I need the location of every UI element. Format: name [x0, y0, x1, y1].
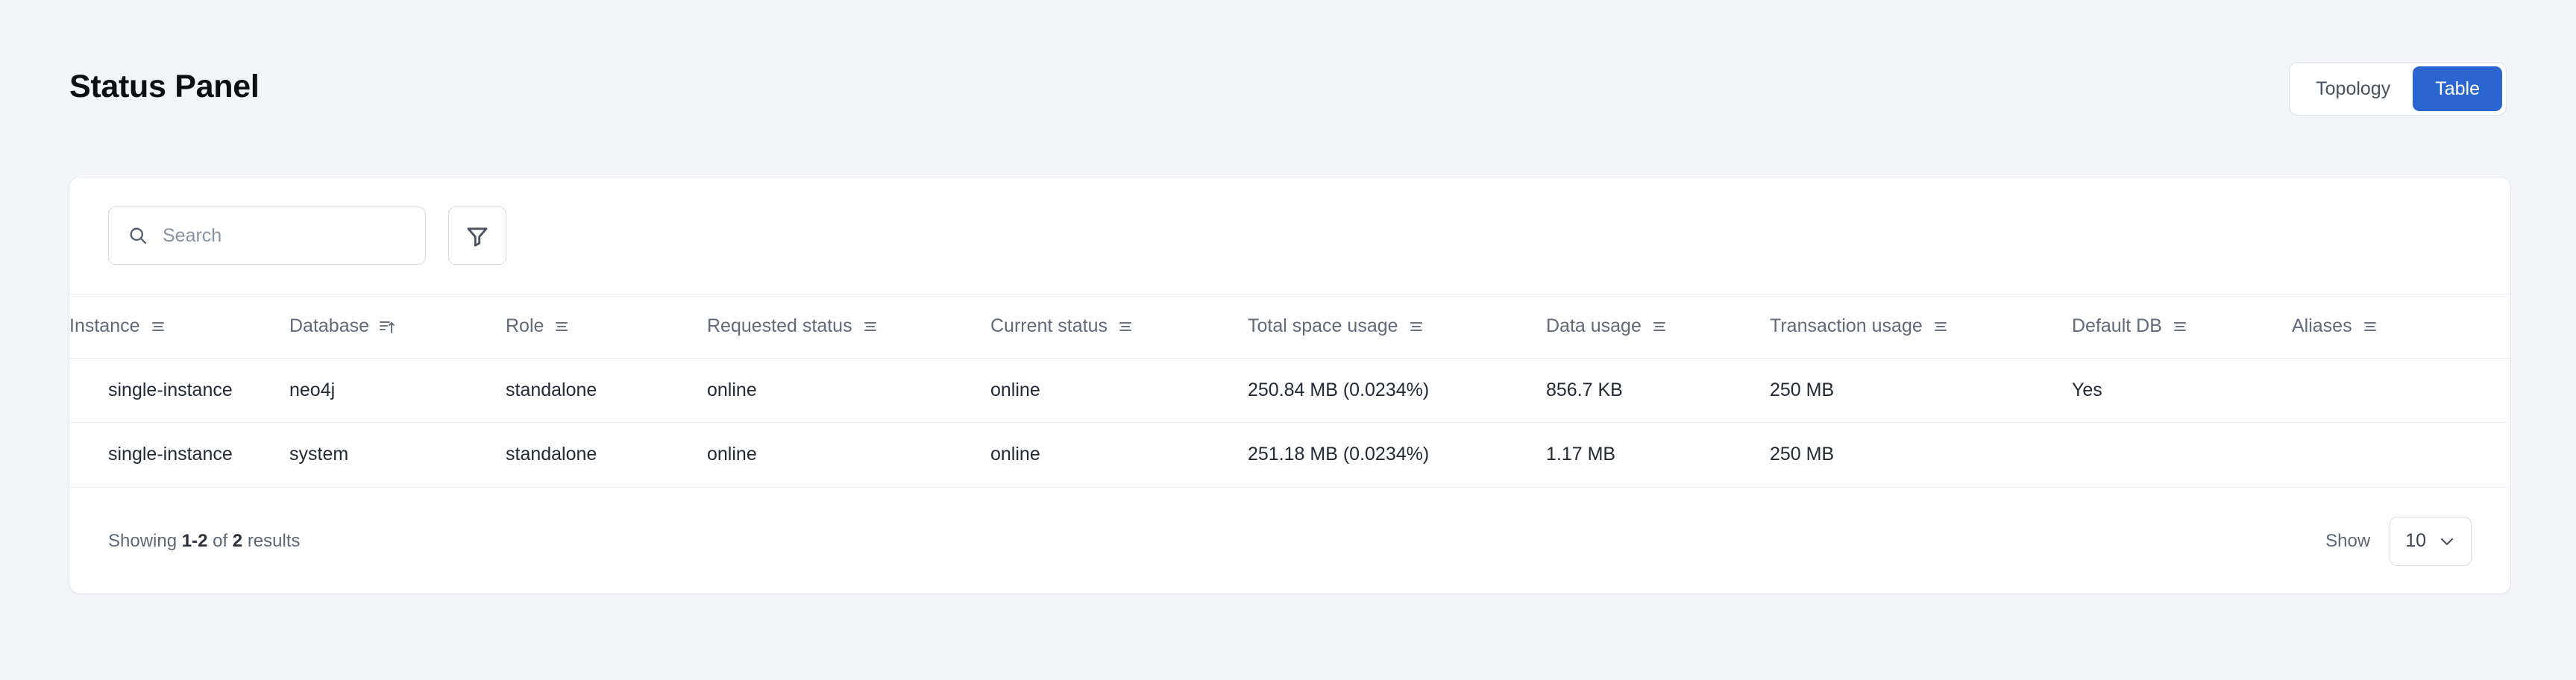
toggle-table-button[interactable]: Table [2413, 66, 2502, 111]
cell-total-space-usage: 251.18 MB (0.0234%) [1248, 422, 1546, 487]
cell-transaction-usage: 250 MB [1770, 422, 2072, 487]
column-label: Database [289, 315, 370, 336]
column-label: Total space usage [1248, 315, 1398, 336]
cell-instance: single-instance [108, 380, 233, 400]
cell-data-usage: 856.7 KB [1546, 380, 1623, 400]
chevron-down-icon [2438, 532, 2456, 550]
cell-instance: single-instance [69, 422, 289, 487]
filter-funnel-icon [465, 223, 490, 248]
filter-button[interactable] [448, 207, 506, 265]
page-size-select[interactable]: 10 [2390, 516, 2472, 566]
sort-none-icon [149, 318, 167, 336]
sort-none-icon [1932, 318, 1950, 336]
search-field-wrapper [108, 207, 426, 265]
column-label: Current status [990, 315, 1108, 336]
toggle-topology-button[interactable]: Topology [2293, 66, 2413, 111]
cell-transaction-usage: 250 MB [1770, 380, 1835, 400]
sort-none-icon [553, 318, 571, 336]
page-title: Status Panel [69, 68, 260, 104]
sort-none-icon [1407, 318, 1425, 336]
view-toggle-group: Topology Table [2289, 62, 2507, 116]
column-header-data-usage[interactable]: Data usage [1546, 294, 1770, 359]
column-label: Role [506, 315, 544, 336]
cell-data-usage: 1.17 MB [1546, 422, 1770, 487]
table-footer: Showing 1-2 of 2 results Show 10 [69, 486, 2510, 594]
showing-total: 2 [232, 530, 243, 551]
show-label: Show [2325, 530, 2371, 551]
cell-database: neo4j [289, 380, 336, 400]
cell-role: standalone [506, 422, 707, 487]
column-header-current-status[interactable]: Current status [990, 294, 1248, 359]
sort-ascending-icon [378, 318, 396, 336]
column-header-default-db[interactable]: Default DB [2072, 294, 2292, 359]
status-table: Instance Database Role Requested status … [69, 294, 2510, 487]
table-row[interactable]: single-instance neo4j standalone online … [69, 359, 2510, 423]
cell-aliases [2292, 422, 2510, 487]
cell-role: standalone [506, 380, 597, 400]
column-header-role[interactable]: Role [506, 294, 707, 359]
showing-prefix: Showing [108, 530, 178, 551]
sort-none-icon [861, 318, 879, 336]
sort-none-icon [2171, 318, 2189, 336]
page-size-controls: Show 10 [2325, 516, 2472, 566]
cell-current-status: online [990, 380, 1040, 400]
column-header-database[interactable]: Database [289, 294, 506, 359]
showing-of: of [213, 530, 228, 551]
column-label: Aliases [2292, 315, 2352, 336]
showing-suffix: results [247, 530, 301, 551]
cell-database: system [289, 422, 506, 487]
column-header-total-space-usage[interactable]: Total space usage [1248, 294, 1546, 359]
sort-none-icon [2361, 318, 2379, 336]
page-size-value: 10 [2405, 530, 2426, 551]
column-label: Data usage [1546, 315, 1642, 336]
column-label: Transaction usage [1770, 315, 1923, 336]
search-input[interactable] [108, 207, 426, 265]
cell-current-status: online [990, 422, 1248, 487]
cell-aliases [2292, 359, 2510, 423]
cell-requested-status: online [707, 422, 990, 487]
page-header: Status Panel Topology Table [0, 0, 2576, 177]
column-label: Requested status [707, 315, 852, 336]
table-header-row: Instance Database Role Requested status … [69, 294, 2510, 359]
sort-none-icon [1116, 318, 1134, 336]
cell-total-space-usage: 250.84 MB (0.0234%) [1248, 380, 1430, 400]
showing-range: 1-2 [181, 530, 208, 551]
column-header-requested-status[interactable]: Requested status [707, 294, 990, 359]
table-head: Instance Database Role Requested status … [69, 294, 2510, 359]
column-label: Default DB [2072, 315, 2162, 336]
column-header-transaction-usage[interactable]: Transaction usage [1770, 294, 2072, 359]
column-header-aliases[interactable]: Aliases [2292, 294, 2510, 359]
sort-none-icon [1650, 318, 1668, 336]
column-label: Instance [69, 315, 140, 336]
column-header-instance[interactable]: Instance [69, 294, 289, 359]
table-toolbar [69, 177, 2510, 294]
table-body: single-instance neo4j standalone online … [69, 359, 2510, 487]
status-panel-page: Status Panel Topology Table Search Insta… [0, 0, 2576, 680]
results-summary: Showing 1-2 of 2 results [108, 531, 301, 552]
cell-default-db: Yes [2072, 380, 2102, 400]
cell-requested-status: online [707, 380, 757, 400]
table-row[interactable]: single-instance system standalone online… [69, 422, 2510, 487]
table-card: Instance Database [69, 177, 2510, 594]
cell-default-db [2072, 422, 2292, 487]
